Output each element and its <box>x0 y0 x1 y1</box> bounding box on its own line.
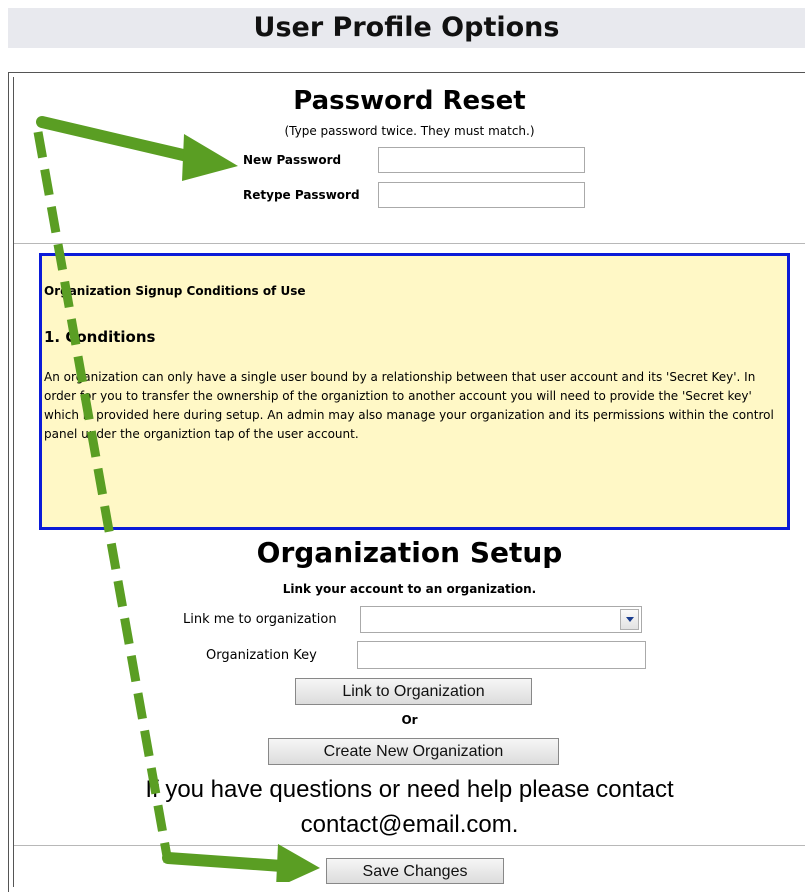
new-password-label: New Password <box>243 153 342 167</box>
terms-heading: Organization Signup Conditions of Use <box>44 284 306 298</box>
footer-divider <box>14 845 805 846</box>
new-password-input[interactable] <box>378 147 585 173</box>
or-separator: Or <box>401 713 418 727</box>
retype-password-label: Retype Password <box>243 188 360 202</box>
page-title: User Profile Options <box>8 8 805 48</box>
terms-section-title: 1. Conditions <box>44 328 156 346</box>
save-changes-button[interactable]: Save Changes <box>326 858 504 884</box>
terms-body-text: An organization can only have a single u… <box>44 370 774 441</box>
link-to-organization-button[interactable]: Link to Organization <box>295 678 532 705</box>
organization-setup-subtitle: Link your account to an organization. <box>282 582 537 596</box>
password-reset-hint: (Type password twice. They must match.) <box>284 124 535 138</box>
terms-of-use-box[interactable]: Organization Signup Conditions of Use 1.… <box>39 253 790 530</box>
section-divider <box>14 243 805 244</box>
contact-email: contact@email.com. <box>300 811 519 838</box>
link-organization-label: Link me to organization <box>183 612 337 627</box>
panel-border-line <box>13 77 14 887</box>
chevron-down-icon[interactable] <box>620 609 639 630</box>
organization-select[interactable] <box>360 606 642 633</box>
password-reset-title: Password Reset <box>293 86 526 116</box>
help-contact-text: If you have questions or need help pleas… <box>14 772 805 842</box>
organization-key-input[interactable] <box>357 641 646 669</box>
retype-password-input[interactable] <box>378 182 585 208</box>
organization-key-label: Organization Key <box>206 648 317 663</box>
create-organization-button[interactable]: Create New Organization <box>268 738 559 765</box>
help-line-1: If you have questions or need help pleas… <box>145 776 674 803</box>
organization-setup-title: Organization Setup <box>256 536 563 569</box>
